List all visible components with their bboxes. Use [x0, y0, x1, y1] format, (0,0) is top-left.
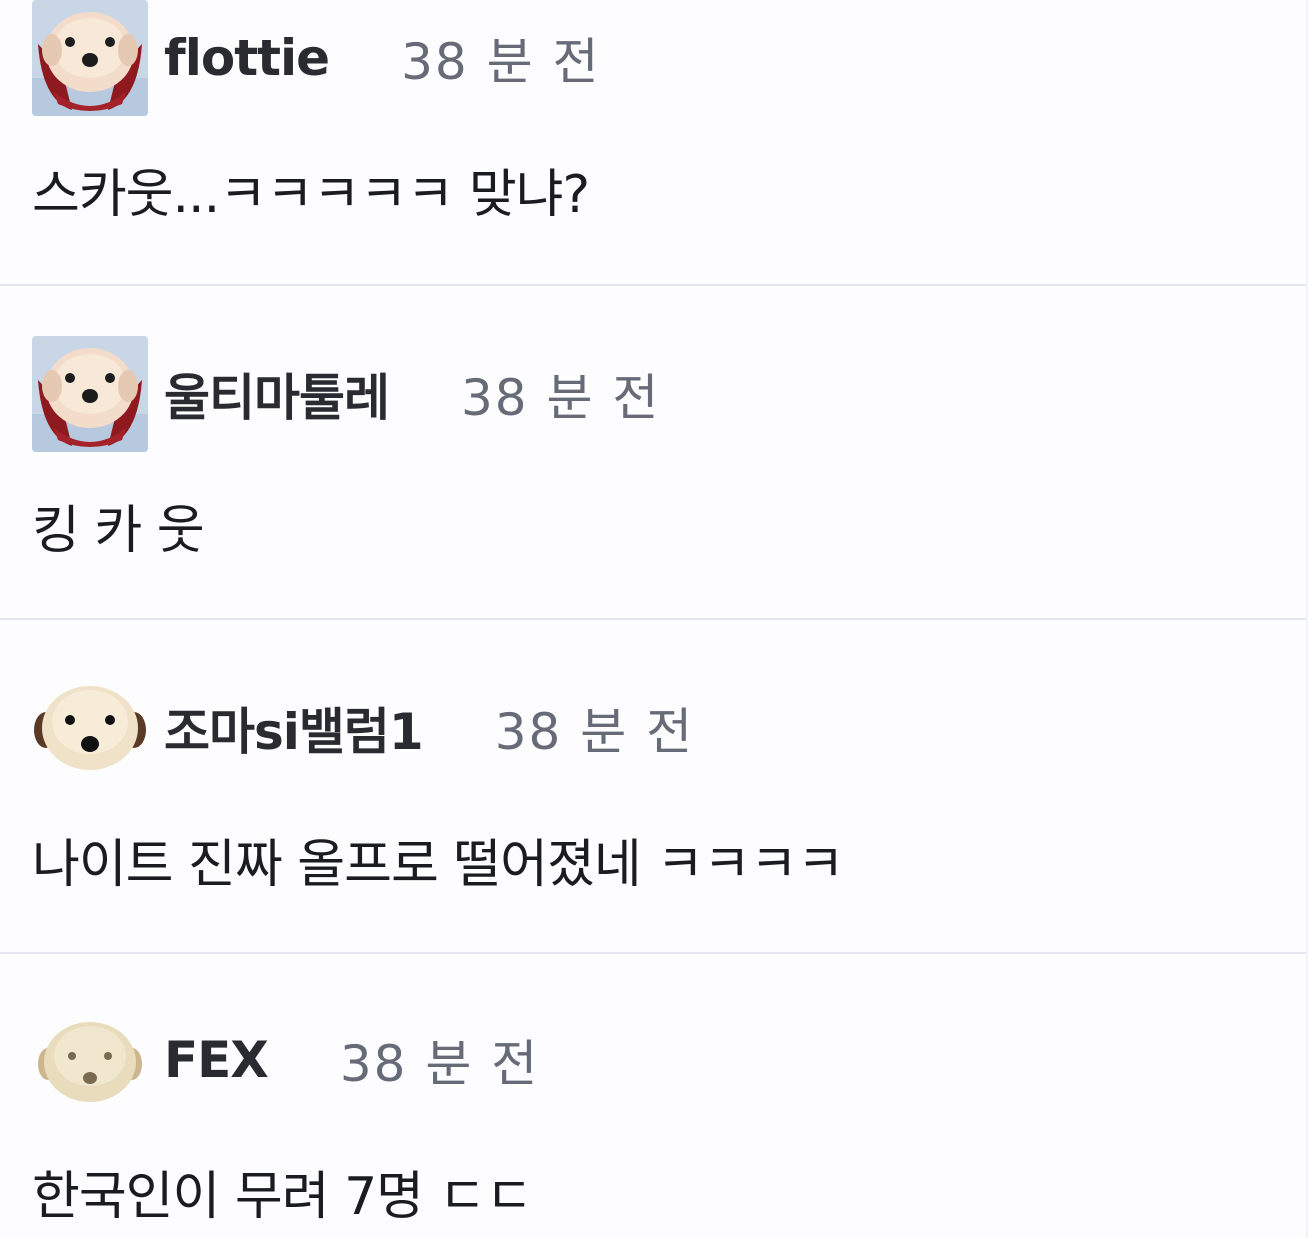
timestamp: 38 분 전 — [494, 703, 695, 761]
username[interactable]: flottie — [164, 29, 330, 87]
avatar[interactable] — [32, 0, 148, 116]
username[interactable]: FEX — [164, 1031, 269, 1089]
puppy-face-red-scarf-icon — [32, 0, 148, 116]
puppy-face-red-scarf-icon — [32, 336, 148, 452]
comment-text: 한국인이 무려 7명 ㄷㄷ — [32, 1167, 533, 1227]
comment-item: flottie 38 분 전 스카웃...ㅋㅋㅋㅋㅋ 맞냐? — [0, 0, 1306, 286]
timestamp: 38 분 전 — [461, 369, 661, 427]
comment-item: 울티마툴레 38 분 전 킹 카 웃 — [0, 286, 1306, 620]
avatar[interactable] — [32, 1002, 148, 1118]
comment-text: 나이트 진짜 올프로 떨어졌네 ㅋㅋㅋㅋ — [32, 835, 845, 895]
comment-item: FEX 38 분 전 한국인이 무려 7명 ㄷㄷ — [0, 954, 1306, 1238]
comment-header: 울티마툴레 38 분 전 — [32, 336, 660, 452]
comment-item: 조마si밸럼1 38 분 전 나이트 진짜 올프로 떨어졌네 ㅋㅋㅋㅋ — [0, 620, 1306, 954]
username[interactable]: 울티마툴레 — [164, 358, 390, 430]
avatar[interactable] — [32, 336, 148, 452]
comment-text: 킹 카 웃 — [32, 501, 205, 561]
timestamp: 38 분 전 — [339, 1035, 540, 1093]
puppy-face-round-faded-icon — [32, 1002, 148, 1118]
comment-header: FEX 38 분 전 — [32, 1002, 539, 1118]
comment-header: 조마si밸럼1 38 분 전 — [32, 670, 694, 786]
comment-text: 스카웃...ㅋㅋㅋㅋㅋ 맞냐? — [32, 165, 590, 225]
username[interactable]: 조마si밸럼1 — [164, 692, 424, 764]
puppy-face-round-icon — [32, 670, 148, 786]
avatar[interactable] — [32, 670, 148, 786]
timestamp: 38 분 전 — [401, 33, 601, 91]
comment-list: flottie 38 분 전 스카웃...ㅋㅋㅋㅋㅋ 맞냐? 울티마툴레 38 … — [0, 0, 1306, 1238]
comment-header: flottie 38 분 전 — [32, 0, 601, 116]
